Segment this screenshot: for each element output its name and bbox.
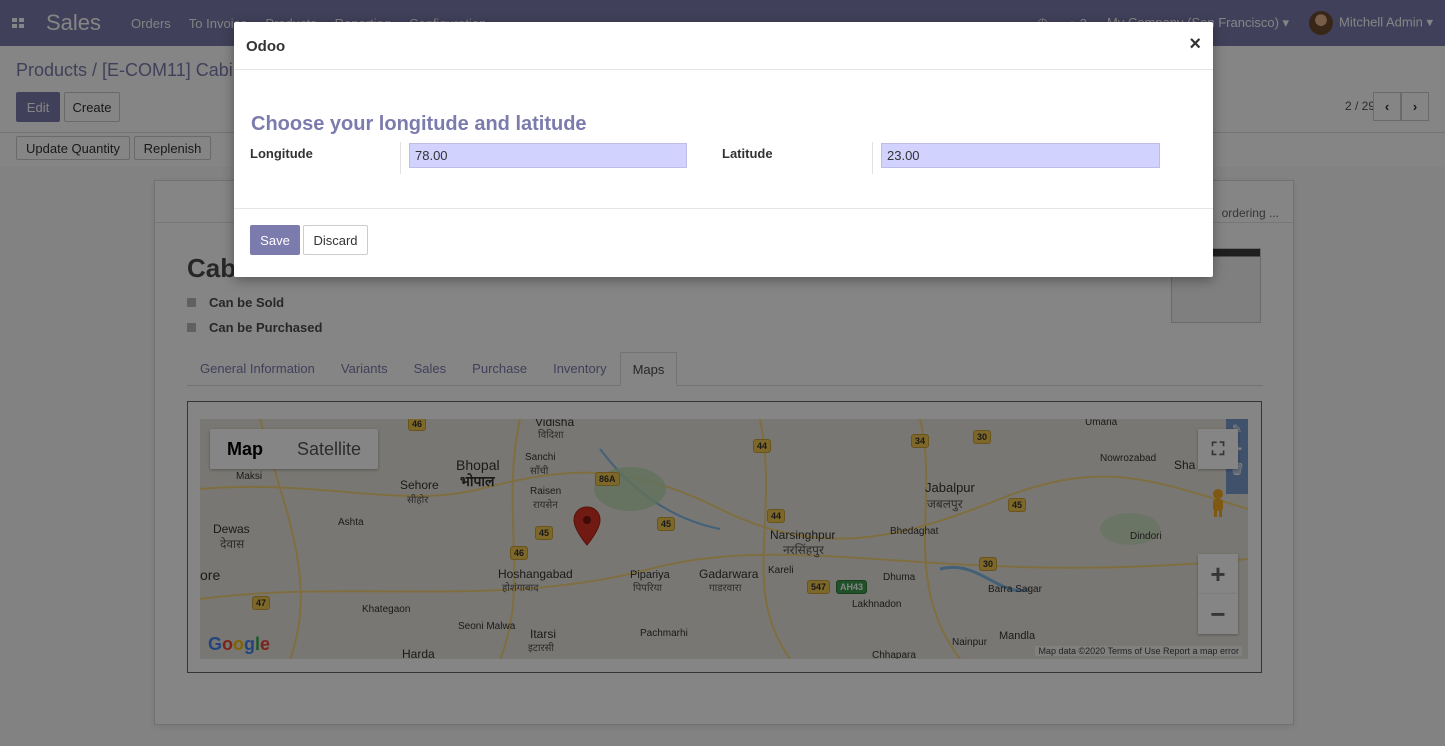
latitude-label: Latitude [722,146,773,161]
field-separator [872,142,873,174]
dialog-footer: Save Discard [234,208,1213,277]
longitude-label: Longitude [250,146,313,161]
dialog-heading: Choose your longitude and latitude [251,113,587,135]
close-icon[interactable]: × [1189,33,1201,56]
save-button[interactable]: Save [250,225,300,255]
field-separator [400,142,401,174]
coordinates-dialog: Odoo × Choose your longitude and latitud… [234,22,1213,277]
discard-button[interactable]: Discard [303,225,368,255]
dialog-title: Odoo [246,38,286,55]
longitude-input[interactable]: 78.00 [409,143,687,168]
dialog-header: Odoo × [234,22,1213,70]
latitude-input[interactable]: 23.00 [881,143,1160,168]
